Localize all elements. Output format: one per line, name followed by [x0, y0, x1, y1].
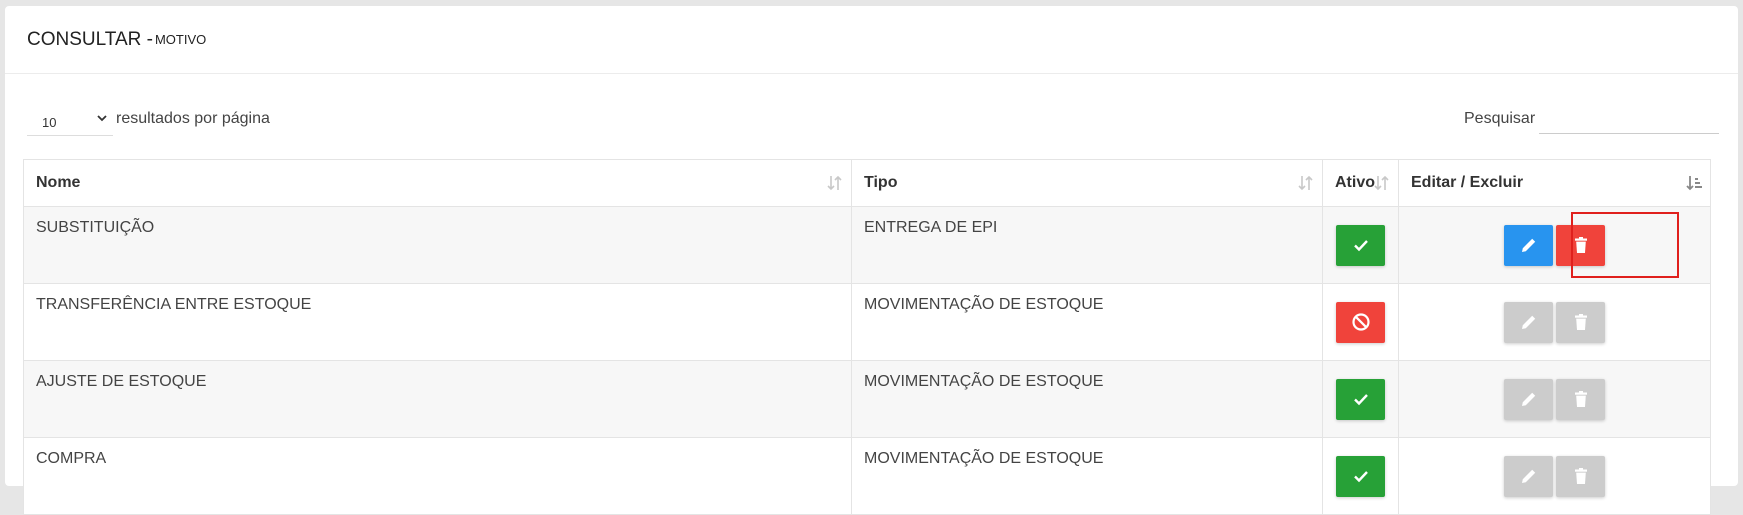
page-length-select[interactable]: 10	[27, 105, 113, 136]
cell-tipo: MOVIMENTAÇÃO DE ESTOQUE	[851, 283, 1323, 361]
sort-icon	[1298, 175, 1313, 191]
table-row: COMPRA MOVIMENTAÇÃO DE ESTOQUE	[23, 437, 1711, 515]
cell-actions	[1398, 283, 1711, 361]
cell-actions	[1398, 206, 1711, 284]
inactive-status-button[interactable]	[1336, 301, 1385, 343]
edit-button	[1504, 378, 1553, 420]
pencil-icon	[1521, 392, 1535, 406]
delete-button[interactable]	[1556, 224, 1605, 266]
tipo-value: MOVIMENTAÇÃO DE ESTOQUE	[864, 373, 1104, 390]
active-status-button[interactable]	[1336, 224, 1385, 266]
column-header-nome[interactable]: Nome	[23, 159, 852, 207]
check-icon	[1353, 471, 1368, 483]
table-controls: 10 resultados por página Pesquisar	[5, 74, 1738, 172]
page-title: CONSULTAR -	[27, 28, 153, 50]
cell-nome: AJUSTE DE ESTOQUE	[23, 360, 852, 438]
cell-nome: COMPRA	[23, 437, 852, 515]
cell-nome: TRANSFERÊNCIA ENTRE ESTOQUE	[23, 283, 852, 361]
edit-button	[1504, 455, 1553, 497]
pencil-icon	[1521, 315, 1535, 329]
cell-tipo: ENTREGA DE EPI	[851, 206, 1323, 284]
pencil-icon	[1521, 469, 1535, 483]
check-icon	[1353, 240, 1368, 252]
pencil-icon	[1521, 238, 1535, 252]
page-subtitle: MOTIVO	[154, 32, 207, 47]
nome-value: TRANSFERÊNCIA ENTRE ESTOQUE	[36, 296, 312, 313]
sort-icon	[1374, 175, 1389, 191]
tipo-value: MOVIMENTAÇÃO DE ESTOQUE	[864, 450, 1104, 467]
nome-value: SUBSTITUIÇÃO	[36, 219, 155, 236]
table-row: SUBSTITUIÇÃO ENTREGA DE EPI	[23, 206, 1711, 284]
nome-value: AJUSTE DE ESTOQUE	[36, 373, 207, 390]
column-header-label: Ativo	[1335, 174, 1375, 191]
column-header-ativo[interactable]: Ativo	[1322, 159, 1399, 207]
cell-ativo	[1322, 206, 1399, 284]
edit-button[interactable]	[1504, 224, 1553, 266]
card-header: CONSULTAR - MOTIVO	[5, 6, 1738, 74]
active-status-button[interactable]	[1336, 455, 1385, 497]
tipo-value: ENTREGA DE EPI	[864, 219, 998, 236]
cell-nome: SUBSTITUIÇÃO	[23, 206, 852, 284]
trash-icon	[1574, 237, 1587, 253]
cell-actions	[1398, 360, 1711, 438]
active-status-button[interactable]	[1336, 378, 1385, 420]
column-header-label: Editar / Excluir	[1411, 174, 1524, 191]
table-body: SUBSTITUIÇÃO ENTREGA DE EPI TRANSFERÊNCIA …	[23, 206, 1711, 515]
page-length-label: resultados por página	[116, 110, 270, 127]
delete-button	[1556, 301, 1605, 343]
trash-icon	[1574, 468, 1587, 484]
sort-icon	[827, 175, 842, 191]
page-length-value: 10	[42, 115, 57, 130]
nome-value: COMPRA	[36, 450, 107, 467]
trash-icon	[1574, 314, 1587, 330]
cell-ativo	[1322, 283, 1399, 361]
delete-button	[1556, 455, 1605, 497]
trash-icon	[1574, 391, 1587, 407]
column-header-label: Nome	[36, 174, 81, 191]
column-header-label: Tipo	[864, 174, 898, 191]
cell-tipo: MOVIMENTAÇÃO DE ESTOQUE	[851, 437, 1323, 515]
cell-tipo: MOVIMENTAÇÃO DE ESTOQUE	[851, 360, 1323, 438]
table-header-row: Nome Tipo Ativo Editar / Excluir	[23, 159, 1711, 207]
search-input[interactable]	[1539, 103, 1719, 134]
column-header-editar-excluir[interactable]: Editar / Excluir	[1398, 159, 1711, 207]
ban-icon	[1351, 313, 1370, 331]
table-row: AJUSTE DE ESTOQUE MOVIMENTAÇÃO DE ESTOQUE	[23, 360, 1711, 438]
delete-button	[1556, 378, 1605, 420]
cell-actions	[1398, 437, 1711, 515]
table-row: TRANSFERÊNCIA ENTRE ESTOQUE MOVIMENTAÇÃO …	[23, 283, 1711, 361]
cell-ativo	[1322, 360, 1399, 438]
chevron-down-icon	[97, 115, 107, 122]
edit-button	[1504, 301, 1553, 343]
check-icon	[1353, 394, 1368, 406]
column-header-tipo[interactable]: Tipo	[851, 159, 1323, 207]
cell-ativo	[1322, 437, 1399, 515]
search-label: Pesquisar	[1464, 110, 1536, 127]
data-table: Nome Tipo Ativo Editar / Excluir SUBSTIT…	[23, 159, 1711, 515]
sort-amount-down-icon	[1686, 176, 1702, 191]
tipo-value: MOVIMENTAÇÃO DE ESTOQUE	[864, 296, 1104, 313]
